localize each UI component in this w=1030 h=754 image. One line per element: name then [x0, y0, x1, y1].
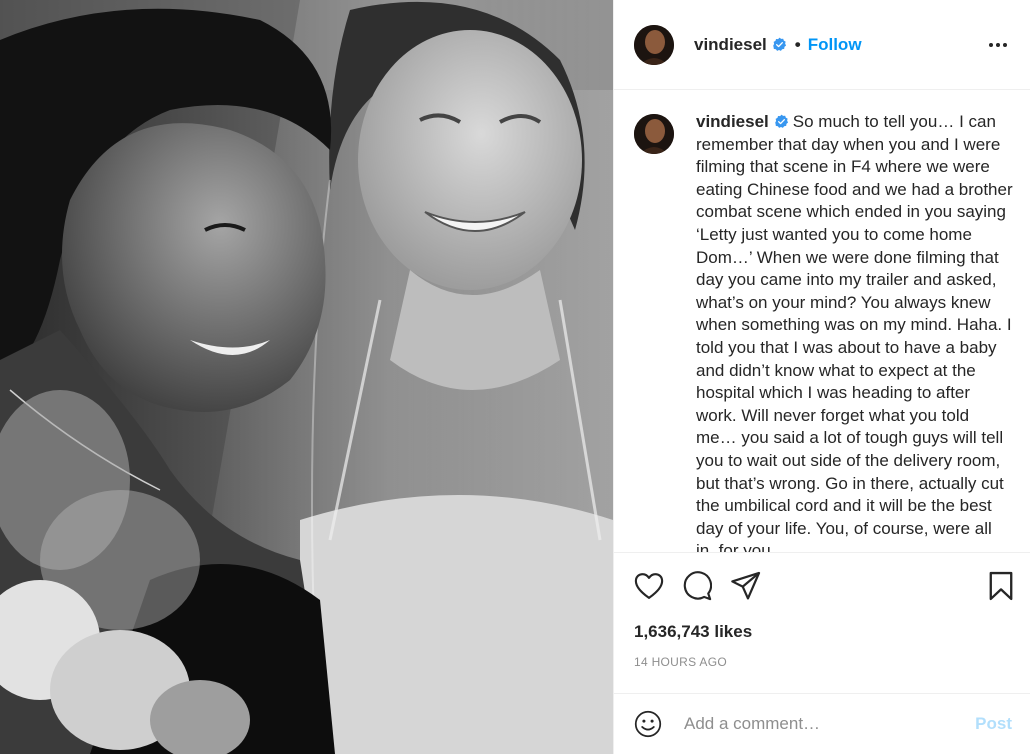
post-photo[interactable] [0, 0, 613, 754]
header-name-row: vindiesel • Follow [694, 35, 862, 55]
post-timestamp[interactable]: 14 HOURS AGO [634, 655, 727, 669]
heart-icon[interactable] [634, 567, 672, 605]
caption-comment: vindiesel So much to tell you… I can reme… [634, 111, 1014, 553]
follow-button[interactable]: Follow [808, 35, 862, 55]
comment-bubble-icon[interactable] [682, 567, 720, 605]
post-comment-button[interactable]: Post [975, 714, 1012, 734]
post-actions-bar [634, 566, 1014, 606]
likes-count[interactable]: 1,636,743 likes [634, 622, 752, 642]
profile-picture [634, 24, 674, 65]
verified-badge-icon [772, 37, 787, 52]
caption-username[interactable]: vindiesel [696, 112, 769, 131]
caption-text-block: vindiesel So much to tell you… I can reme… [696, 111, 1014, 553]
comments-section[interactable]: vindiesel So much to tell you… I can reme… [614, 91, 1030, 553]
more-options-icon[interactable] [986, 33, 1010, 57]
avatar[interactable] [634, 24, 674, 65]
smiley-icon[interactable] [634, 709, 664, 739]
post-side-panel: vindiesel • Follow vindiesel So much to … [613, 0, 1030, 754]
paper-plane-icon[interactable] [730, 567, 768, 605]
caption-text: So much to tell you… I can remember that… [696, 112, 1013, 553]
black-and-white-wedding-photo [0, 0, 613, 754]
post-header: vindiesel • Follow [614, 0, 1030, 90]
avatar[interactable] [634, 114, 674, 154]
instagram-post: vindiesel • Follow vindiesel So much to … [0, 0, 1030, 754]
verified-badge-icon [774, 113, 789, 128]
profile-picture [634, 114, 674, 154]
separator-dot: • [794, 34, 801, 54]
bookmark-icon[interactable] [976, 567, 1014, 605]
comment-input[interactable] [684, 714, 976, 734]
add-comment-bar: Post [614, 693, 1030, 754]
header-username[interactable]: vindiesel [694, 35, 767, 55]
